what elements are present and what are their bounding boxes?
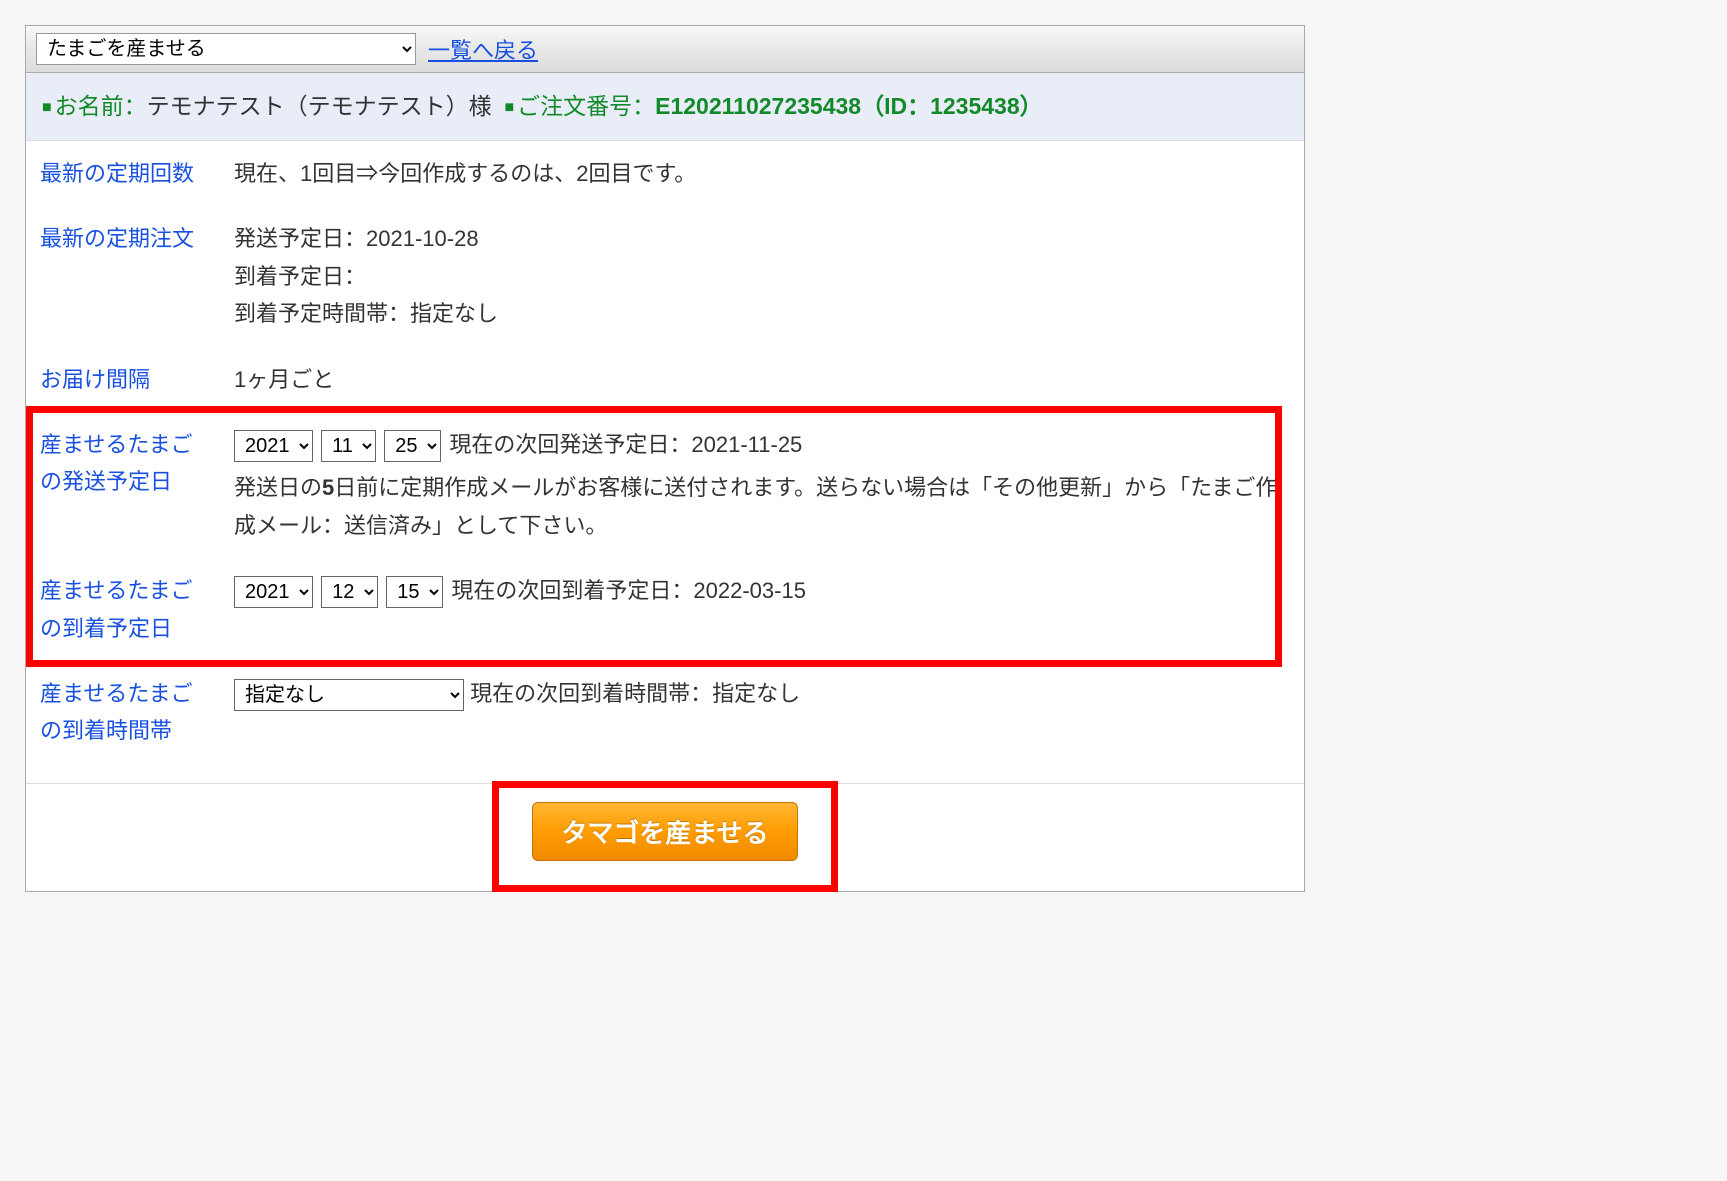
ship-day-select[interactable]: 25 xyxy=(384,430,441,462)
egg-ship-date-label: 産ませるたまごの発送予定日 xyxy=(26,412,226,558)
interval-label: お届け間隔 xyxy=(26,347,226,412)
panel-body: ■お名前：テモナテスト（テモナテスト）様 ■ご注文番号：E12021102723… xyxy=(26,73,1304,783)
info-table: 最新の定期回数 現在、1回目⇒今回作成するのは、2回目です。 最新の定期注文 発… xyxy=(26,141,1304,764)
order-number-label: ご注文番号： xyxy=(517,93,655,119)
latest-order-value: 発送予定日：2021-10-28 到着予定日： 到着予定時間帯：指定なし xyxy=(226,206,1304,346)
ship-year-select[interactable]: 2021 xyxy=(234,430,313,462)
scroll-area[interactable]: ■お名前：テモナテスト（テモナテスト）様 ■ご注文番号：E12021102723… xyxy=(26,73,1304,783)
table-row: 最新の定期回数 現在、1回目⇒今回作成するのは、2回目です。 xyxy=(26,141,1304,206)
ship-month-select[interactable]: 11 xyxy=(321,430,376,462)
footer-bar: タマゴを産ませる xyxy=(26,783,1304,891)
ship-date-note: 発送日の5日前に定期作成メールがお客様に送付されます。送らない場合は「その他更新… xyxy=(234,469,1292,544)
table-row: 産ませるたまごの発送予定日 2021 11 25 現在の次回発送予定日：2021… xyxy=(26,412,1304,558)
customer-info-bar: ■お名前：テモナテスト（テモナテスト）様 ■ご注文番号：E12021102723… xyxy=(26,73,1304,141)
timezone-select[interactable]: 指定なし xyxy=(234,679,464,711)
arrive-month-select[interactable]: 12 xyxy=(321,576,378,608)
table-row: 最新の定期注文 発送予定日：2021-10-28 到着予定日： 到着予定時間帯：… xyxy=(26,206,1304,346)
order-number-value: E120211027235438 xyxy=(655,93,861,119)
egg-arrive-date-value: 2021 12 15 現在の次回到着予定日：2022-03-15 xyxy=(226,558,1304,661)
egg-timezone-value: 指定なし 現在の次回到着時間帯：指定なし xyxy=(226,661,1304,764)
customer-name-label: お名前： xyxy=(55,93,147,119)
interval-value: 1ヶ月ごと xyxy=(226,347,1304,412)
cycle-count-value: 現在、1回目⇒今回作成するのは、2回目です。 xyxy=(226,141,1304,206)
action-select[interactable]: たまごを産ませる xyxy=(36,33,416,65)
arrive-year-select[interactable]: 2021 xyxy=(234,576,313,608)
egg-timezone-label: 産ませるたまごの到着時間帯 xyxy=(26,661,226,764)
back-to-list-link[interactable]: 一覧へ戻る xyxy=(428,33,538,65)
table-row: 産ませるたまごの到着予定日 2021 12 15 現在の次回到着予定日：2022… xyxy=(26,558,1304,661)
egg-arrive-date-label: 産ませるたまごの到着予定日 xyxy=(26,558,226,661)
main-panel: たまごを産ませる 一覧へ戻る ■お名前：テモナテスト（テモナテスト）様 ■ご注文… xyxy=(25,25,1305,892)
table-row: 産ませるたまごの到着時間帯 指定なし 現在の次回到着時間帯：指定なし xyxy=(26,661,1304,764)
latest-order-label: 最新の定期注文 xyxy=(26,206,226,346)
panel-header: たまごを産ませる 一覧へ戻る xyxy=(26,26,1304,73)
egg-ship-date-value: 2021 11 25 現在の次回発送予定日：2021-11-25 発送日の5日前… xyxy=(226,412,1304,558)
table-row: お届け間隔 1ヶ月ごと xyxy=(26,347,1304,412)
customer-name-value: テモナテスト（テモナテスト）様 xyxy=(147,93,492,119)
square-marker-icon: ■ xyxy=(42,99,52,116)
square-marker-icon: ■ xyxy=(504,99,514,116)
cycle-count-label: 最新の定期回数 xyxy=(26,141,226,206)
order-id-suffix: （ID：1235438） xyxy=(861,93,1043,119)
arrive-day-select[interactable]: 15 xyxy=(386,576,443,608)
lay-egg-button[interactable]: タマゴを産ませる xyxy=(532,802,797,861)
